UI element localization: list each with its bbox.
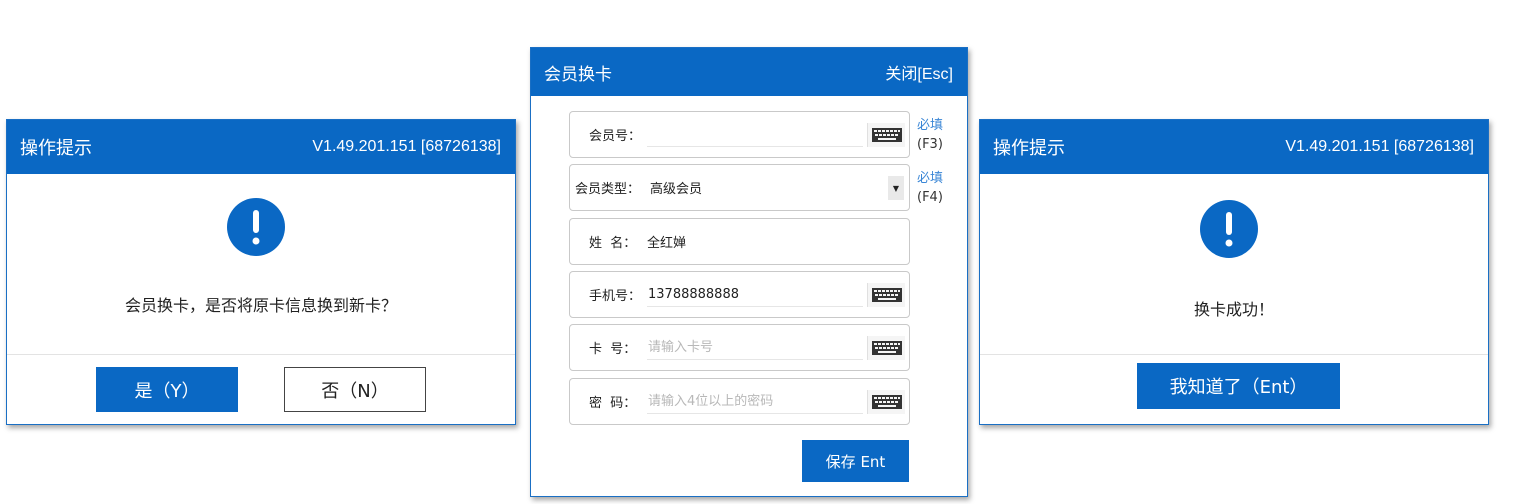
- keyboard-icon[interactable]: [867, 123, 905, 147]
- phone-input[interactable]: [647, 283, 863, 307]
- close-button[interactable]: 关闭[Esc]: [885, 60, 953, 84]
- card-no-field: 卡 号：: [569, 324, 910, 371]
- dialog-title: 操作提示: [20, 138, 92, 159]
- dialog-title: 操作提示: [993, 138, 1065, 159]
- alert-icon: [227, 198, 285, 256]
- success-dialog-header: 操作提示 V1.49.201.151 [68726138]: [980, 120, 1488, 174]
- member-type-label: 会员类型：: [575, 182, 641, 197]
- save-button[interactable]: 保存 Ent: [802, 440, 909, 482]
- confirm-dialog: 操作提示 V1.49.201.151 [68726138] 会员换卡，是否将原卡…: [6, 119, 516, 425]
- password-label: 密 码：: [589, 396, 637, 411]
- success-dialog: 操作提示 V1.49.201.151 [68726138] 换卡成功！ 我知道了…: [979, 119, 1489, 425]
- member-no-required: 必填 (F3): [917, 116, 943, 154]
- keyboard-icon[interactable]: [867, 336, 905, 360]
- member-type-select[interactable]: 高级会员: [650, 165, 702, 210]
- divider: [7, 354, 515, 355]
- dialog-title: 会员换卡: [544, 64, 612, 85]
- no-button[interactable]: 否（N）: [284, 367, 426, 412]
- required-text: 必填: [917, 171, 944, 186]
- shortcut-text: (F3): [917, 137, 943, 152]
- yes-button[interactable]: 是（Y）: [96, 367, 238, 412]
- confirm-dialog-header: 操作提示 V1.49.201.151 [68726138]: [7, 120, 515, 174]
- card-change-dialog: 会员换卡 关闭[Esc] 会员号： 必填 (F3) 会员类型： 高级会员 ▼ 必…: [530, 47, 968, 497]
- member-type-required: 必填 (F4): [917, 169, 943, 207]
- phone-field: 手机号：: [569, 271, 910, 318]
- required-text: 必填: [917, 118, 944, 133]
- name-label: 姓 名：: [589, 236, 637, 251]
- divider: [980, 354, 1488, 355]
- member-type-field[interactable]: 会员类型： 高级会员 ▼: [569, 164, 910, 211]
- member-no-field: 会员号：: [569, 111, 910, 158]
- confirm-message: 会员换卡，是否将原卡信息换到新卡？: [124, 296, 397, 315]
- card-no-label: 卡 号：: [589, 342, 637, 357]
- member-no-input[interactable]: [647, 123, 863, 147]
- password-field: 密 码：: [569, 378, 910, 425]
- phone-label: 手机号：: [589, 289, 642, 304]
- version-label: V1.49.201.151 [68726138]: [312, 138, 501, 155]
- dropdown-arrow-icon[interactable]: ▼: [888, 176, 904, 200]
- name-field[interactable]: 姓 名： 全红婵: [569, 218, 910, 265]
- card-change-header: 会员换卡 关闭[Esc]: [531, 48, 967, 96]
- keyboard-icon[interactable]: [867, 390, 905, 414]
- keyboard-icon[interactable]: [867, 283, 905, 307]
- member-no-label: 会员号：: [589, 129, 642, 144]
- card-no-input[interactable]: [647, 336, 863, 360]
- version-label: V1.49.201.151 [68726138]: [1285, 138, 1474, 155]
- name-value: 全红婵: [647, 236, 687, 251]
- alert-icon: [1200, 200, 1258, 258]
- ok-button[interactable]: 我知道了（Ent）: [1137, 363, 1340, 409]
- password-input[interactable]: [647, 390, 863, 414]
- success-message: 换卡成功！: [1193, 300, 1274, 319]
- shortcut-text: (F4): [917, 190, 943, 205]
